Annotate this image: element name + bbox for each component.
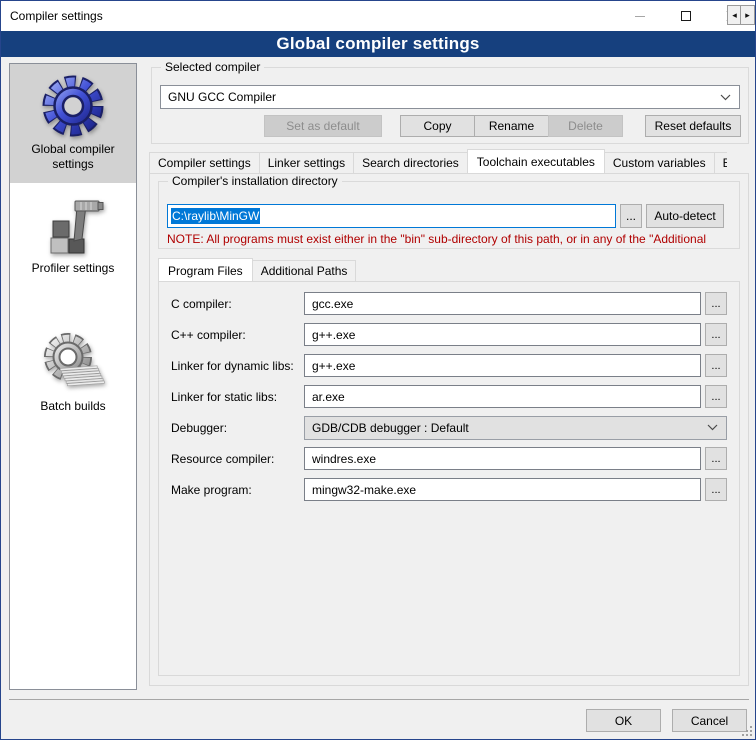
browse-static-linker-button[interactable]: ... [705,385,727,408]
make-program-row: Make program: ... [171,478,727,501]
sidebar-item-batch-builds[interactable]: Batch builds [10,321,136,441]
compiler-select-value: GNU GCC Compiler [161,90,720,104]
resource-compiler-row: Resource compiler: ... [171,447,727,470]
debugger-select-value: GDB/CDB debugger : Default [305,421,707,435]
installation-directory-input[interactable]: C:\raylib\MinGW [167,204,616,228]
caliper-blocks-icon [41,193,105,257]
field-label: Linker for dynamic libs: [171,359,304,373]
sidebar-item-label: Profiler settings [10,261,136,276]
group-label: Compiler's installation directory [168,174,342,188]
sidebar-item-global-compiler-settings[interactable]: Global compiler settings [10,64,136,183]
tab-linker-settings[interactable]: Linker settings [259,152,354,173]
tab-custom-variables[interactable]: Custom variables [604,152,715,173]
browse-dynamic-linker-button[interactable]: ... [705,354,727,377]
group-label: Selected compiler [161,60,264,74]
sidebar-item-profiler-settings[interactable]: Profiler settings [10,183,136,303]
ok-button[interactable]: OK [586,709,661,732]
gray-gear-stack-icon [41,331,105,395]
set-as-default-button: Set as default [264,115,382,137]
blue-gear-icon [41,74,105,138]
browse-directory-button[interactable]: ... [620,204,642,228]
tab-scroll-right-button[interactable]: ▸ [740,5,755,25]
tabs-scroll-area: Compiler settings Linker settings Search… [149,148,727,173]
arrow-right-icon: ▸ [745,10,750,21]
debugger-select[interactable]: GDB/CDB debugger : Default [304,416,727,440]
copy-button[interactable]: Copy [400,115,475,137]
chevron-down-icon [707,424,718,431]
settings-tabstrip: Compiler settings Linker settings Search… [149,148,749,173]
compiler-select[interactable]: GNU GCC Compiler [160,85,740,109]
tab-additional-paths[interactable]: Additional Paths [252,260,357,281]
tab-search-directories[interactable]: Search directories [353,152,468,173]
resource-compiler-input[interactable] [304,447,701,470]
sidebar-item-label: Global compiler settings [10,142,136,172]
tab-toolchain-executables[interactable]: Toolchain executables [467,149,605,173]
browse-c-compiler-button[interactable]: ... [705,292,727,315]
compiler-settings-dialog: Compiler settings Global compiler settin… [0,0,756,740]
dynamic-linker-row: Linker for dynamic libs: ... [171,354,727,377]
debugger-row: Debugger: GDB/CDB debugger : Default [171,416,727,439]
sidebar-item-label: Batch builds [10,399,136,414]
resize-grip[interactable] [742,726,752,736]
minimize-button[interactable] [617,1,663,31]
window-title: Compiler settings [10,9,103,23]
dynamic-linker-input[interactable] [304,354,701,377]
make-program-input[interactable] [304,478,701,501]
c-compiler-input[interactable] [304,292,701,315]
field-label: Linker for static libs: [171,390,304,404]
footer-divider [9,699,749,700]
field-label: C compiler: [171,297,304,311]
cpp-compiler-input[interactable] [304,323,701,346]
c-compiler-row: C compiler: ... [171,292,727,315]
reset-defaults-button[interactable]: Reset defaults [645,115,741,137]
delete-button: Delete [548,115,623,137]
browse-resource-compiler-button[interactable]: ... [705,447,727,470]
installation-directory-value: C:\raylib\MinGW [171,208,260,224]
page-title: Global compiler settings [276,34,479,54]
dialog-header: Global compiler settings [1,31,755,57]
field-label: Make program: [171,483,304,497]
program-files-tabstrip: Program Files Additional Paths [158,257,356,281]
installation-directory-group: Compiler's installation directory C:\ray… [158,181,740,249]
program-files-panel: C compiler: ... C++ compiler: ... Linker… [158,281,740,676]
tab-program-files[interactable]: Program Files [158,258,253,282]
titlebar: Compiler settings [1,1,755,31]
settings-category-list: Global compiler settings Profiler settin… [9,63,137,690]
field-label: C++ compiler: [171,328,304,342]
arrow-left-icon: ◂ [732,10,737,21]
compiler-actions: Set as default Copy Rename Delete Reset … [149,115,749,137]
field-label: Debugger: [171,421,304,435]
browse-make-program-button[interactable]: ... [705,478,727,501]
static-linker-row: Linker for static libs: ... [171,385,727,408]
maximize-button[interactable] [663,1,709,31]
browse-cpp-compiler-button[interactable]: ... [705,323,727,346]
tab-compiler-settings[interactable]: Compiler settings [149,152,260,173]
chevron-down-icon [720,94,731,101]
static-linker-input[interactable] [304,385,701,408]
cpp-compiler-row: C++ compiler: ... [171,323,727,346]
field-label: Resource compiler: [171,452,304,466]
tab-build-options[interactable]: Build options [714,152,727,173]
bin-subdirectory-note: NOTE: All programs must exist either in … [167,232,739,246]
maximize-icon [681,11,691,21]
rename-button[interactable]: Rename [474,115,549,137]
cancel-button[interactable]: Cancel [672,709,747,732]
minimize-icon [635,16,645,17]
auto-detect-button[interactable]: Auto-detect [646,204,724,228]
